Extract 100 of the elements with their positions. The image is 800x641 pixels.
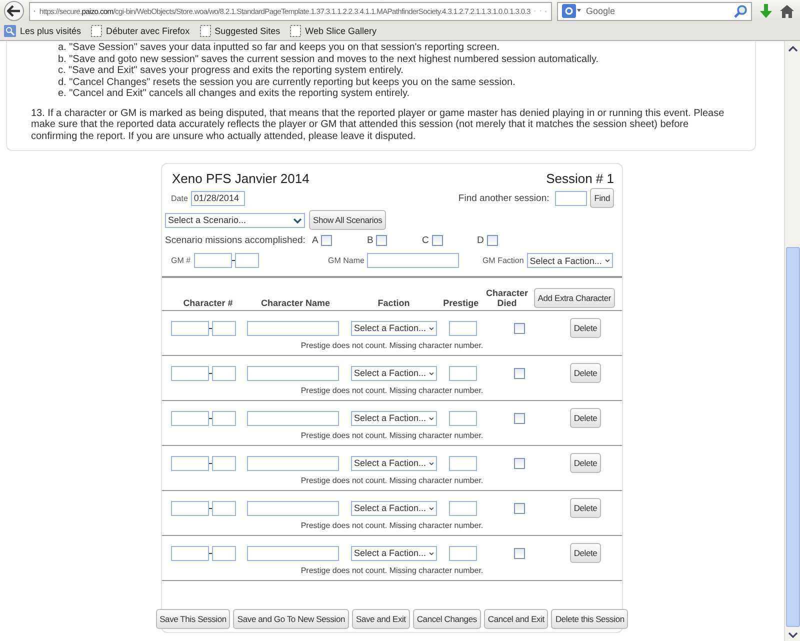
character-died-checkbox[interactable] bbox=[514, 368, 524, 378]
delete-button[interactable]: Delete bbox=[570, 453, 602, 473]
character-number-suffix-field[interactable] bbox=[212, 546, 236, 560]
home-icon[interactable] bbox=[780, 4, 794, 18]
action-button[interactable]: Cancel Changes bbox=[412, 609, 481, 629]
character-died-checkbox[interactable] bbox=[514, 412, 524, 424]
character-name-field[interactable] bbox=[247, 366, 339, 380]
character-number-suffix-field[interactable] bbox=[212, 366, 236, 380]
character-name-field[interactable] bbox=[247, 410, 339, 426]
delete-button[interactable]: Delete bbox=[570, 363, 602, 383]
faction-select[interactable]: Select a Faction... bbox=[351, 456, 437, 470]
gm-name-label: GM Name bbox=[328, 256, 364, 265]
character-name-field[interactable] bbox=[247, 320, 339, 336]
bookmark-item[interactable]: Web Slice Gallery bbox=[290, 25, 376, 37]
character-name-field[interactable] bbox=[247, 500, 339, 516]
search-icon[interactable] bbox=[734, 4, 747, 18]
scrollbar-thumb[interactable] bbox=[786, 247, 800, 627]
character-number-field[interactable] bbox=[171, 320, 209, 336]
column-header: Character Died bbox=[485, 288, 530, 309]
missions-label: Scenario missions accomplished: bbox=[165, 235, 306, 246]
instruction-text: b. "Save and goto new session" saves the current session and moves to the next highest numbered session automatically. bbox=[58, 54, 600, 65]
mission-checkbox[interactable] bbox=[432, 235, 443, 246]
character-name-field[interactable] bbox=[247, 456, 339, 470]
prestige-field[interactable] bbox=[449, 320, 477, 336]
character-number-field[interactable] bbox=[171, 410, 209, 426]
mission-label: D bbox=[477, 235, 484, 246]
gm-number-label: GM # bbox=[171, 256, 192, 265]
page-icon bbox=[200, 25, 211, 37]
action-button[interactable]: Save and Go To New Session bbox=[233, 609, 349, 629]
row-warning: Prestige does not count. Missing character number. bbox=[300, 341, 484, 350]
session-number: Session # 1 bbox=[546, 171, 614, 186]
prestige-field[interactable] bbox=[449, 366, 477, 380]
show-all-scenarios-button[interactable]: Show All Scenarios bbox=[309, 210, 386, 230]
date-field[interactable]: 01/28/2014 bbox=[190, 190, 245, 206]
add-character-button[interactable]: Add Extra Character bbox=[534, 288, 616, 308]
find-session-label: Find another session: bbox=[458, 192, 550, 204]
mission-checkbox[interactable] bbox=[376, 235, 388, 246]
character-number-suffix-field[interactable] bbox=[212, 500, 236, 516]
search-field[interactable]: Google bbox=[557, 2, 752, 20]
search-engine-icon[interactable] bbox=[562, 4, 582, 18]
bookmark-item[interactable]: Débuter avec Firefox bbox=[91, 25, 190, 37]
faction-select[interactable]: Select a Faction... bbox=[351, 366, 437, 380]
delete-button[interactable]: Delete bbox=[570, 498, 602, 518]
scenario-select[interactable]: Select a Scenario... bbox=[165, 212, 305, 228]
character-name-field[interactable] bbox=[247, 546, 339, 560]
download-icon[interactable] bbox=[760, 4, 772, 18]
character-number-suffix-field[interactable] bbox=[212, 320, 236, 336]
faction-select[interactable]: Select a Faction... bbox=[351, 500, 437, 516]
delete-button[interactable]: Delete bbox=[570, 543, 602, 563]
delete-button[interactable]: Delete bbox=[570, 408, 602, 428]
character-died-checkbox[interactable] bbox=[514, 322, 524, 334]
character-died-checkbox[interactable] bbox=[514, 548, 524, 558]
character-died-checkbox[interactable] bbox=[514, 458, 524, 468]
gm-name-field[interactable] bbox=[367, 253, 460, 268]
character-number-field[interactable] bbox=[171, 500, 209, 516]
character-number-field[interactable] bbox=[171, 366, 209, 380]
instruction-text: c. "Save and Exit" saves your progress and exits the reporting system entirely. bbox=[58, 65, 404, 76]
page-icon bbox=[290, 25, 302, 37]
row-warning: Prestige does not count. Missing character number. bbox=[300, 386, 484, 395]
delete-button[interactable]: Delete bbox=[570, 318, 602, 338]
find-button[interactable]: Find bbox=[590, 188, 614, 208]
action-button[interactable]: Save and Exit bbox=[352, 609, 410, 629]
instruction-paragraph: 13. If a character or GM is marked as being disputed, that means that the reported player or game master has denied playing in or running this event. Please make sure that the reported data accurately reflects the player or GM that attended this session (not merely that it matches the session sheet) before confirming the report. If you are unsure who actually attended, please leave it disputed. bbox=[31, 108, 726, 142]
scroll-up-icon[interactable] bbox=[788, 45, 798, 53]
column-header: Prestige bbox=[442, 298, 480, 309]
scrollbar[interactable] bbox=[784, 41, 800, 641]
gm-number-suffix-field[interactable] bbox=[235, 253, 259, 268]
bookmark-item[interactable]: Les plus visités bbox=[4, 25, 82, 37]
action-button[interactable]: Cancel and Exit bbox=[484, 609, 548, 629]
faction-select[interactable]: Select a Faction... bbox=[351, 546, 437, 560]
prestige-field[interactable] bbox=[449, 410, 477, 426]
character-number-field[interactable] bbox=[171, 546, 209, 560]
gm-number-field[interactable] bbox=[194, 253, 232, 268]
prestige-field[interactable] bbox=[449, 456, 477, 470]
mission-checkbox[interactable] bbox=[321, 235, 332, 246]
faction-select[interactable]: Select a Faction... bbox=[351, 410, 437, 426]
row-warning: Prestige does not count. Missing character number. bbox=[300, 566, 484, 575]
gm-faction-label: GM Faction bbox=[482, 256, 524, 265]
back-button[interactable] bbox=[4, 1, 24, 21]
instruction-text: d. "Cancel Changes" resets the session you are currently reporting but keeps you on the same session. bbox=[58, 76, 516, 88]
scroll-down-icon[interactable] bbox=[788, 631, 798, 639]
mission-checkbox[interactable] bbox=[486, 235, 498, 246]
session-title: Xeno PFS Janvier 2014 bbox=[172, 171, 310, 186]
prestige-field[interactable] bbox=[449, 500, 477, 516]
row-warning: Prestige does not count. Missing character number. bbox=[300, 521, 484, 530]
instruction-text: e. "Cancel and Exit" cancels all changes and exits the reporting system entirely. bbox=[58, 88, 411, 100]
row-warning: Prestige does not count. Missing character number. bbox=[300, 431, 484, 440]
gm-faction-select[interactable]: Select a Faction... bbox=[526, 253, 613, 268]
action-button[interactable]: Delete this Session bbox=[551, 609, 628, 629]
character-died-checkbox[interactable] bbox=[514, 502, 524, 514]
session-search-field[interactable] bbox=[555, 190, 588, 206]
action-button[interactable]: Save This Session bbox=[156, 609, 230, 629]
prestige-field[interactable] bbox=[449, 546, 477, 560]
faction-select[interactable]: Select a Faction... bbox=[351, 320, 437, 336]
character-number-suffix-field[interactable] bbox=[212, 410, 236, 426]
bookmark-item[interactable]: Suggested Sites bbox=[200, 25, 280, 37]
mission-label: A bbox=[312, 235, 318, 246]
mission-label: B bbox=[367, 235, 374, 246]
character-number-suffix-field[interactable] bbox=[212, 456, 236, 470]
character-number-field[interactable] bbox=[171, 456, 209, 470]
